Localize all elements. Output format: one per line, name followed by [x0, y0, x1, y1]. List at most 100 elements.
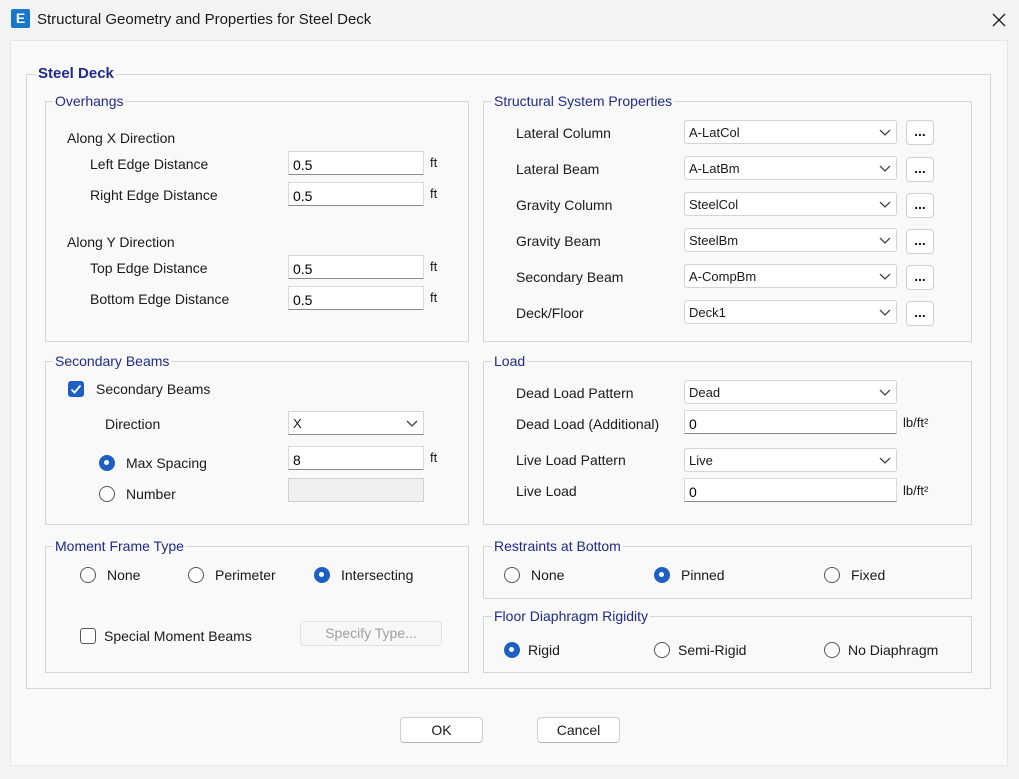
chevron-down-icon	[879, 457, 891, 464]
lateral-beam-browse-button[interactable]: ...	[906, 157, 934, 182]
diaphragm-rigid-label: Rigid	[528, 642, 560, 658]
gravity-beam-browse-button[interactable]: ...	[906, 229, 934, 254]
moment-frame-intersecting-radio[interactable]	[314, 567, 330, 583]
diaphragm-group-title: Floor Diaphragm Rigidity	[492, 608, 651, 624]
chevron-down-icon	[879, 201, 891, 208]
ok-button[interactable]: OK	[400, 717, 483, 743]
restraint-none-label: None	[531, 567, 565, 583]
title-bar: E Structural Geometry and Properties for…	[0, 0, 1019, 40]
lateral-beam-value: A-LatBm	[689, 161, 740, 176]
live-load-unit: lb/ft²	[903, 483, 929, 498]
moment-frame-none-label: None	[107, 567, 141, 583]
lateral-column-select[interactable]: A-LatCol	[684, 120, 897, 144]
live-load-pattern-label: Live Load Pattern	[516, 452, 626, 468]
gravity-column-value: SteelCol	[689, 197, 739, 212]
lateral-column-browse-button[interactable]: ...	[906, 120, 934, 145]
lateral-beam-select[interactable]: A-LatBm	[684, 156, 897, 180]
max-spacing-unit: ft	[430, 450, 438, 465]
moment-frame-group-title: Moment Frame Type	[53, 538, 186, 554]
left-edge-input[interactable]	[288, 151, 424, 175]
dead-load-pattern-label: Dead Load Pattern	[516, 385, 634, 401]
secondary-beam-browse-button[interactable]: ...	[906, 265, 934, 290]
number-label: Number	[126, 486, 176, 502]
max-spacing-input[interactable]	[288, 446, 424, 470]
special-moment-beams-checkbox[interactable]	[80, 628, 96, 644]
diaphragm-none-radio[interactable]	[824, 642, 840, 658]
checkmark-icon	[70, 384, 82, 394]
moment-frame-none-radio[interactable]	[80, 567, 96, 583]
number-input[interactable]	[288, 478, 424, 502]
left-edge-unit: ft	[430, 155, 438, 170]
restraint-fixed-radio[interactable]	[824, 567, 840, 583]
top-edge-label: Top Edge Distance	[90, 260, 208, 276]
lateral-column-label: Lateral Column	[516, 125, 611, 141]
along-x-heading: Along X Direction	[67, 130, 176, 146]
restraint-pinned-label: Pinned	[681, 567, 725, 583]
right-edge-unit: ft	[430, 186, 438, 201]
max-spacing-radio[interactable]	[99, 455, 115, 471]
app-icon: E	[11, 9, 30, 28]
live-load-pattern-select[interactable]: Live	[684, 448, 897, 472]
live-load-pattern-value: Live	[689, 453, 713, 468]
moment-frame-perimeter-radio[interactable]	[188, 567, 204, 583]
chevron-down-icon	[879, 273, 891, 280]
secondary-beams-group-title: Secondary Beams	[53, 353, 172, 369]
max-spacing-label: Max Spacing	[126, 455, 207, 471]
top-edge-unit: ft	[430, 259, 438, 274]
chevron-down-icon	[879, 237, 891, 244]
dead-load-pattern-select[interactable]: Dead	[684, 380, 897, 404]
gravity-beam-label: Gravity Beam	[516, 233, 601, 249]
special-moment-beams-label: Special Moment Beams	[104, 628, 252, 644]
deck-floor-value: Deck1	[689, 305, 726, 320]
deck-floor-select[interactable]: Deck1	[684, 300, 897, 324]
right-edge-label: Right Edge Distance	[90, 187, 218, 203]
bottom-edge-unit: ft	[430, 290, 438, 305]
chevron-down-icon	[406, 420, 418, 427]
live-load-input[interactable]	[684, 478, 897, 502]
gravity-beam-value: SteelBm	[689, 233, 739, 248]
restraint-pinned-radio[interactable]	[654, 567, 670, 583]
secondary-beams-checkbox[interactable]	[68, 381, 84, 397]
secondary-beam-value: A-CompBm	[689, 269, 757, 284]
cancel-button[interactable]: Cancel	[537, 717, 620, 743]
diaphragm-semi-rigid-radio[interactable]	[654, 642, 670, 658]
live-load-label: Live Load	[516, 483, 577, 499]
gravity-column-select[interactable]: SteelCol	[684, 192, 897, 216]
dead-load-unit: lb/ft²	[903, 415, 929, 430]
number-radio[interactable]	[99, 486, 115, 502]
close-icon	[992, 13, 1006, 27]
secondary-beams-checkbox-label: Secondary Beams	[96, 381, 211, 397]
diaphragm-rigid-radio[interactable]	[504, 642, 520, 658]
gravity-column-browse-button[interactable]: ...	[906, 193, 934, 218]
deck-floor-browse-button[interactable]: ...	[906, 301, 934, 326]
close-button[interactable]	[986, 7, 1012, 33]
moment-frame-intersecting-label: Intersecting	[341, 567, 414, 583]
lateral-column-value: A-LatCol	[689, 125, 740, 140]
load-group-title: Load	[492, 353, 528, 369]
dead-load-additional-label: Dead Load (Additional)	[516, 416, 660, 432]
specify-type-button[interactable]: Specify Type...	[300, 621, 442, 646]
window-title: Structural Geometry and Properties for S…	[37, 11, 372, 28]
chevron-down-icon	[879, 309, 891, 316]
dead-load-additional-input[interactable]	[684, 410, 897, 434]
structural-system-group-title: Structural System Properties	[492, 93, 675, 109]
restraint-none-radio[interactable]	[504, 567, 520, 583]
top-edge-input[interactable]	[288, 255, 424, 279]
diaphragm-semi-rigid-label: Semi-Rigid	[678, 642, 747, 658]
secondary-beam-label: Secondary Beam	[516, 269, 624, 285]
gravity-beam-select[interactable]: SteelBm	[684, 228, 897, 252]
direction-select[interactable]: X	[288, 411, 424, 435]
bottom-edge-label: Bottom Edge Distance	[90, 291, 230, 307]
left-edge-label: Left Edge Distance	[90, 156, 209, 172]
secondary-beam-select[interactable]: A-CompBm	[684, 264, 897, 288]
chevron-down-icon	[879, 165, 891, 172]
bottom-edge-input[interactable]	[288, 286, 424, 310]
right-edge-input[interactable]	[288, 182, 424, 206]
chevron-down-icon	[879, 389, 891, 396]
steel-deck-group-title: Steel Deck	[36, 65, 116, 82]
lateral-beam-label: Lateral Beam	[516, 161, 600, 177]
diaphragm-none-label: No Diaphragm	[848, 642, 939, 658]
restraint-fixed-label: Fixed	[851, 567, 886, 583]
gravity-column-label: Gravity Column	[516, 197, 613, 213]
chevron-down-icon	[879, 129, 891, 136]
